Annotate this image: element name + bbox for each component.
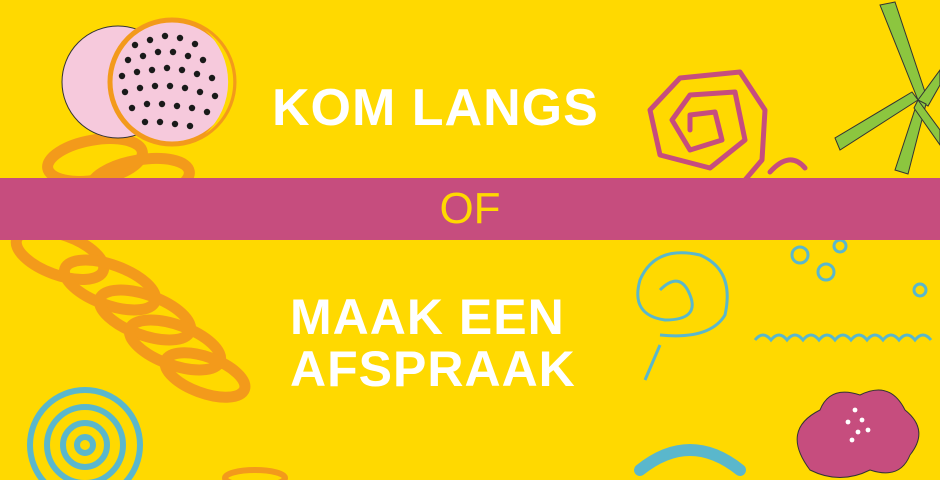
orange-ring-icon — [222, 467, 288, 480]
banner: KOM LANGS OF MAAK EEN AFSPRAAK — [0, 0, 940, 480]
small-circles-icon — [790, 238, 928, 298]
green-starburst-icon — [834, 1, 940, 175]
blue-arc-icon — [634, 444, 746, 476]
magenta-spiral-icon — [647, 69, 808, 183]
orange-coil-icon — [10, 133, 251, 403]
headline-bottom-line-1: MAAK EEN — [290, 289, 565, 345]
headline-bottom: MAAK EEN AFSPRAAK — [290, 289, 576, 397]
or-band: OF — [0, 178, 940, 240]
headline-top: KOM LANGS — [272, 79, 599, 137]
blue-spiral-icon — [636, 251, 729, 381]
dotted-circle-icon — [61, 17, 237, 147]
headline-bottom-line-2: AFSPRAAK — [290, 340, 576, 397]
blue-swirl-icon — [27, 387, 143, 480]
band-text: OF — [439, 184, 501, 233]
background-decorations — [10, 1, 940, 480]
flower-icon — [796, 389, 920, 478]
blue-wave-icon — [753, 333, 933, 343]
